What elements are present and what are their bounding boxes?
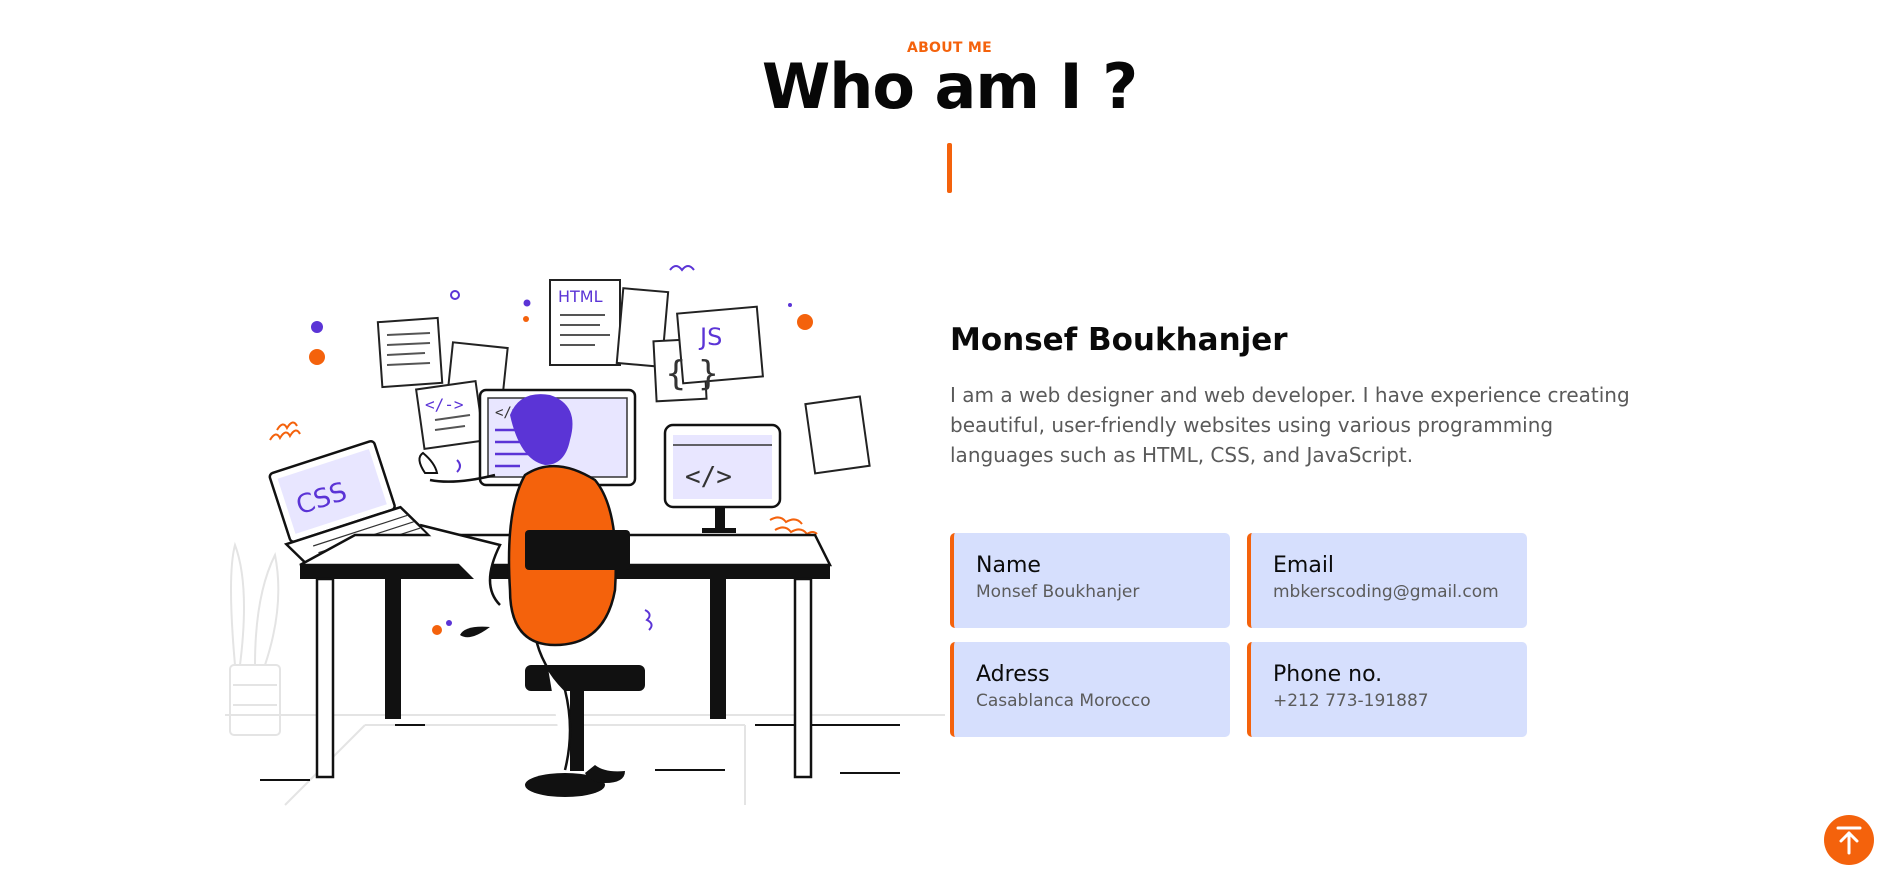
- info-card-address: Adress Casablanca Morocco: [950, 642, 1230, 737]
- about-name-heading: Monsef Boukhanjer: [950, 322, 1288, 358]
- scroll-to-top-button[interactable]: [1824, 815, 1874, 865]
- info-card-label: Name: [976, 553, 1041, 578]
- svg-text:</>: </>: [685, 462, 732, 492]
- info-card-label: Phone no.: [1273, 662, 1383, 687]
- about-bio: I am a web designer and web developer. I…: [950, 383, 1630, 467]
- info-card-value: Casablanca Morocco: [976, 691, 1151, 711]
- title-divider: [947, 143, 952, 193]
- info-card-label: Email: [1273, 553, 1335, 578]
- info-card-phone: Phone no. +212 773-191887: [1247, 642, 1527, 737]
- svg-text:</->: </->: [425, 395, 464, 414]
- arrow-up-icon: [1836, 826, 1862, 855]
- info-card-label: Adress: [976, 662, 1050, 687]
- info-card-value: mbkerscoding@gmail.com: [1273, 582, 1499, 602]
- info-card-value: +212 773-191887: [1273, 691, 1429, 711]
- svg-text:{ }: { }: [665, 354, 719, 394]
- info-card-name: Name Monsef Boukhanjer: [950, 533, 1230, 628]
- section-title: Who am I ?: [761, 50, 1138, 123]
- developer-illustration: HTML JS { } </-> </> -{ } </>: [225, 245, 965, 815]
- info-card-value: Monsef Boukhanjer: [976, 582, 1140, 602]
- info-card-email: Email mbkerscoding@gmail.com: [1247, 533, 1527, 628]
- js-paper-label: JS: [698, 323, 722, 351]
- html-paper-label: HTML: [558, 287, 603, 306]
